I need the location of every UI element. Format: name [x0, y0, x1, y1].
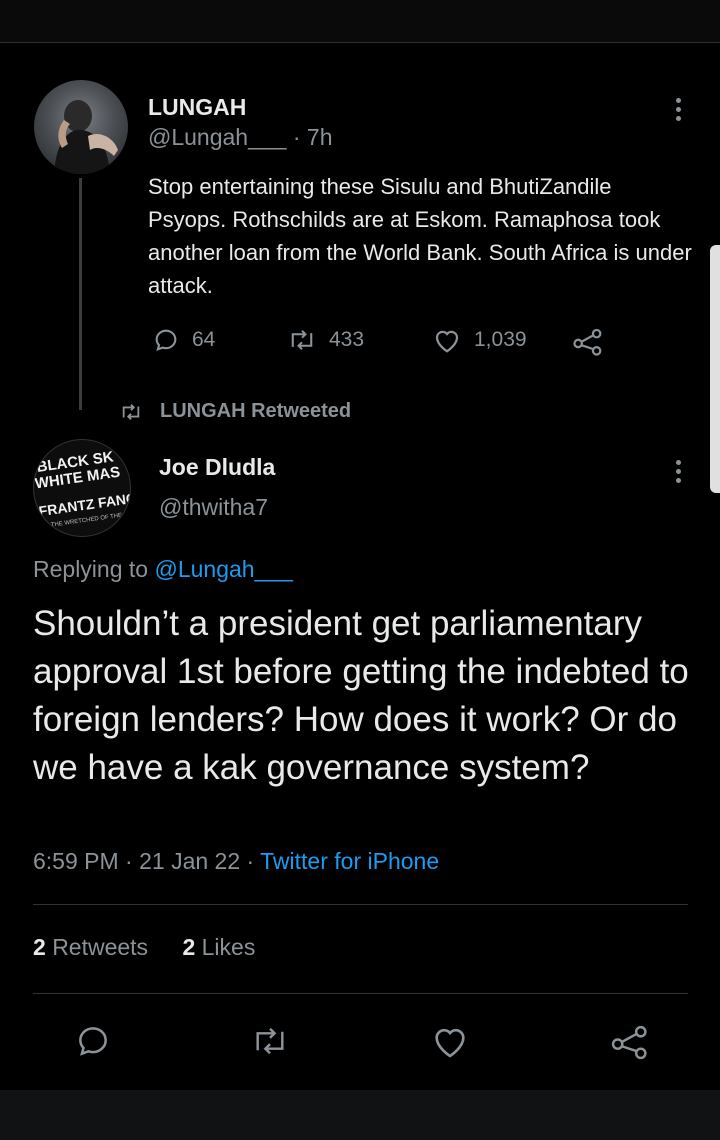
reply-button[interactable]: 64	[152, 326, 215, 354]
reply-button[interactable]	[74, 1022, 112, 1065]
author-name[interactable]: LUNGAH	[148, 94, 246, 121]
author-handle-time[interactable]: @Lungah___ · 7h	[148, 124, 333, 151]
replying-to-prefix: Replying to	[33, 556, 155, 582]
likes-stat-label: Likes	[201, 934, 256, 960]
retweet-button[interactable]	[250, 1022, 290, 1065]
reply-tweet-text: Shouldn’t a president get parliamentary …	[33, 604, 689, 787]
heart-icon	[435, 1028, 465, 1058]
share-icon	[573, 328, 602, 356]
retweeted-text: LUNGAH Retweeted	[160, 400, 352, 422]
retweet-count: 433	[329, 328, 365, 351]
joe-dludla-avatar[interactable]: BLACK SK WHITE MAS FRANTZ FANON THE WRET…	[33, 439, 131, 537]
divider	[33, 993, 688, 994]
scrollbar[interactable]	[710, 245, 720, 493]
likes-stat-count: 2	[182, 934, 196, 960]
top-status-bar	[0, 0, 720, 43]
reply-count: 64	[192, 328, 216, 351]
retweet-button[interactable]: 433	[287, 326, 364, 354]
tweet-meta: 6:59 PM · 21 Jan 22 · Twitter for iPhone	[33, 848, 439, 875]
retweets-stat[interactable]: 2 Retweets	[33, 934, 148, 960]
retweet-icon	[122, 403, 140, 420]
replying-to: Replying to @Lungah___	[33, 556, 293, 583]
more-options-icon[interactable]	[676, 456, 681, 487]
reply-icon	[155, 329, 177, 352]
retweets-stat-count: 2	[33, 934, 46, 960]
navigation-bar	[0, 1090, 720, 1140]
tweet-timestamp[interactable]: 6:59 PM · 21 Jan 22 ·	[33, 848, 260, 874]
share-button[interactable]	[572, 326, 616, 356]
thread-line	[79, 178, 82, 410]
tweet-text: Stop entertaining these Sisulu and Bhuti…	[148, 174, 692, 298]
tweet-time: · 7h	[292, 124, 333, 150]
author-name[interactable]: Joe Dludla	[159, 454, 275, 481]
share-icon	[611, 1025, 647, 1060]
reply-icon	[79, 1027, 107, 1056]
like-button[interactable]: 1,039	[432, 326, 527, 354]
like-count: 1,039	[474, 328, 527, 351]
retweet-icon	[291, 330, 313, 350]
tweet-source[interactable]: Twitter for iPhone	[260, 848, 439, 874]
engagement-stats: 2 Retweets 2 Likes	[33, 934, 255, 961]
divider	[33, 904, 688, 905]
retweets-stat-label: Retweets	[52, 934, 149, 960]
share-button[interactable]	[610, 1022, 650, 1065]
author-handle[interactable]: @Lungah___	[148, 124, 286, 150]
retweet-icon	[256, 1027, 284, 1055]
heart-icon	[435, 330, 459, 353]
replying-to-mention[interactable]: @Lungah___	[154, 556, 292, 582]
author-handle[interactable]: @thwitha7	[159, 494, 268, 521]
retweeted-label[interactable]: LUNGAH Retweeted	[118, 400, 351, 423]
like-button[interactable]	[430, 1022, 470, 1065]
more-options-icon[interactable]	[676, 94, 681, 125]
lungah-avatar[interactable]	[34, 80, 128, 174]
likes-stat[interactable]: 2 Likes	[182, 934, 255, 960]
